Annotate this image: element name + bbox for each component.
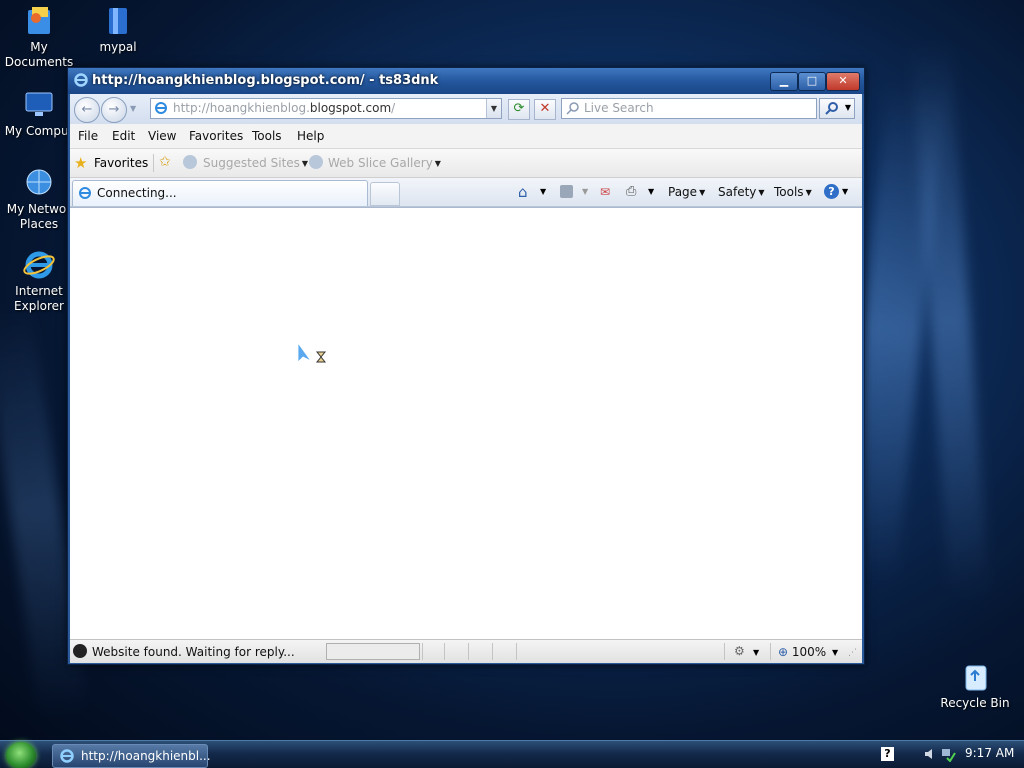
address-bar[interactable]: http://hoangkhienblog.blogspot.com/ ▼ bbox=[150, 98, 502, 119]
help-dropdown-icon[interactable]: ▼ bbox=[842, 187, 848, 196]
status-separator bbox=[492, 643, 493, 660]
desktop-icon-my-computer[interactable]: My Comput bbox=[1, 88, 77, 139]
desktop-icon-my-documents[interactable]: My Documents bbox=[1, 4, 77, 70]
new-tab-button[interactable] bbox=[370, 182, 400, 206]
page-content-area[interactable] bbox=[70, 207, 862, 640]
print-icon[interactable]: ⎙ bbox=[626, 184, 636, 199]
protected-mode-dropdown-icon[interactable]: ▼ bbox=[753, 648, 759, 657]
favorites-bar: ★ Favorites ✩ Suggested Sites ▼ Web Slice… bbox=[70, 149, 862, 178]
tab-row: Connecting... ⌂ ▼ ▼ ✉ ⎙ ▼ Page ▼ Safety ▼ … bbox=[70, 178, 862, 207]
taskbar-clock[interactable]: 9:17 AM bbox=[965, 746, 1014, 760]
busy-cursor-icon bbox=[297, 342, 327, 363]
add-favorite-icon[interactable]: ✩ bbox=[159, 154, 171, 170]
page-ie-icon bbox=[155, 102, 167, 114]
menu-file[interactable]: File bbox=[78, 129, 98, 143]
taskbar-ie-icon bbox=[60, 749, 74, 763]
address-url: http://hoangkhienblog.blogspot.com/ bbox=[173, 101, 396, 115]
tab-label: Connecting... bbox=[97, 186, 177, 200]
window-titlebar[interactable]: http://hoangkhienblog.blogspot.com/ - ts… bbox=[68, 68, 864, 94]
desktop-icon-my-network-places[interactable]: My Networ Places bbox=[1, 166, 77, 232]
network-globe-icon bbox=[22, 166, 56, 200]
web-slice-gallery-button[interactable]: Web Slice Gallery ▼ bbox=[328, 156, 441, 170]
browser-client: ← → ▼ http://hoangkhienblog.blogspot.com… bbox=[70, 94, 862, 663]
web-slice-icon bbox=[309, 155, 323, 169]
protected-mode-icon[interactable]: ⚙ bbox=[734, 644, 745, 658]
address-dropdown-icon[interactable]: ▼ bbox=[486, 99, 501, 118]
computer-icon bbox=[22, 88, 56, 122]
desktop-icon-internet-explorer[interactable]: Internet Explorer bbox=[1, 248, 77, 314]
network-icon[interactable] bbox=[940, 746, 956, 762]
tray-help-icon[interactable]: ? bbox=[881, 747, 894, 761]
minimize-button[interactable]: ▁ bbox=[770, 72, 798, 91]
menu-edit[interactable]: Edit bbox=[112, 129, 135, 143]
folder-icon bbox=[101, 4, 135, 38]
forward-button[interactable]: → bbox=[101, 97, 127, 123]
search-go-button[interactable]: ▼ bbox=[819, 98, 855, 119]
help-icon[interactable]: ? bbox=[824, 184, 839, 199]
status-text: Website found. Waiting for reply... bbox=[92, 645, 295, 659]
loading-clock-icon bbox=[73, 644, 87, 658]
internet-explorer-window: http://hoangkhienblog.blogspot.com/ - ts… bbox=[67, 67, 865, 665]
feeds-dropdown-icon[interactable]: ▼ bbox=[582, 187, 588, 196]
back-button[interactable]: ← bbox=[74, 97, 100, 123]
menu-tools[interactable]: Tools bbox=[252, 129, 282, 143]
maximize-button[interactable]: □ bbox=[798, 72, 826, 91]
window-title: http://hoangkhienblog.blogspot.com/ - ts… bbox=[92, 73, 439, 88]
start-button[interactable] bbox=[6, 742, 36, 768]
resize-grip-icon[interactable]: ⋰ bbox=[848, 648, 857, 658]
status-separator bbox=[724, 643, 725, 660]
volume-icon[interactable] bbox=[922, 746, 938, 762]
zoom-dropdown-icon[interactable]: ▼ bbox=[832, 648, 838, 657]
search-placeholder: Live Search bbox=[584, 101, 654, 115]
zoom-icon: ⊕ bbox=[778, 645, 789, 659]
my-documents-icon bbox=[22, 4, 56, 38]
address-row: ← → ▼ http://hoangkhienblog.blogspot.com… bbox=[70, 94, 862, 124]
tools-menu-button[interactable]: Tools ▼ bbox=[774, 185, 812, 199]
ie-logo-icon bbox=[74, 73, 88, 87]
status-separator bbox=[444, 643, 445, 660]
status-separator bbox=[422, 643, 423, 660]
stop-button[interactable]: ✕ bbox=[534, 99, 556, 120]
close-button[interactable]: ✕ bbox=[826, 72, 860, 91]
suggested-sites-button[interactable]: Suggested Sites ▼ bbox=[203, 156, 308, 170]
taskbar-ie-label: http://hoangkhienbl... bbox=[81, 749, 211, 763]
menu-help[interactable]: Help bbox=[297, 129, 324, 143]
menu-bar: File Edit View Favorites Tools Help bbox=[70, 124, 862, 149]
suggested-sites-icon bbox=[183, 155, 197, 169]
search-dropdown-icon[interactable]: ▼ bbox=[845, 103, 851, 112]
status-separator bbox=[468, 643, 469, 660]
loading-progress-bar bbox=[326, 643, 420, 660]
menu-view[interactable]: View bbox=[148, 129, 176, 143]
magnifier-icon bbox=[825, 102, 838, 115]
recycle-bin-icon bbox=[958, 660, 992, 694]
home-dropdown-icon[interactable]: ▼ bbox=[540, 187, 546, 196]
favorites-star-icon: ★ bbox=[74, 154, 88, 172]
taskbar-ie-button[interactable]: http://hoangkhienbl... bbox=[52, 744, 211, 768]
zoom-level[interactable]: ⊕ 100% bbox=[778, 645, 826, 659]
tab-ie-icon bbox=[79, 187, 91, 199]
page-menu-button[interactable]: Page ▼ bbox=[668, 185, 705, 199]
status-separator bbox=[516, 643, 517, 660]
menu-favorites[interactable]: Favorites bbox=[189, 129, 243, 143]
refresh-button[interactable]: ⟳ bbox=[508, 99, 530, 120]
tab-connecting[interactable]: Connecting... bbox=[72, 180, 368, 206]
desktop-icon-mypal[interactable]: mypal bbox=[80, 4, 156, 55]
search-icon bbox=[566, 102, 579, 115]
safety-menu-button[interactable]: Safety ▼ bbox=[718, 185, 765, 199]
desktop-icon-recycle-bin[interactable]: Recycle Bin bbox=[937, 660, 1013, 711]
favorites-divider bbox=[153, 154, 154, 172]
taskbar: http://hoangkhienbl... bbox=[0, 740, 1024, 768]
mail-icon[interactable]: ✉ bbox=[600, 185, 610, 199]
favorites-button[interactable]: Favorites bbox=[94, 156, 148, 170]
status-bar: Website found. Waiting for reply... ⚙ ▼ … bbox=[70, 639, 862, 663]
feeds-icon[interactable] bbox=[560, 185, 573, 198]
home-icon[interactable]: ⌂ bbox=[518, 183, 528, 201]
print-dropdown-icon[interactable]: ▼ bbox=[648, 187, 654, 196]
history-dropdown-icon[interactable]: ▼ bbox=[130, 104, 136, 113]
search-input[interactable]: Live Search bbox=[561, 98, 817, 119]
internet-explorer-icon bbox=[22, 248, 56, 282]
status-separator bbox=[770, 643, 771, 660]
